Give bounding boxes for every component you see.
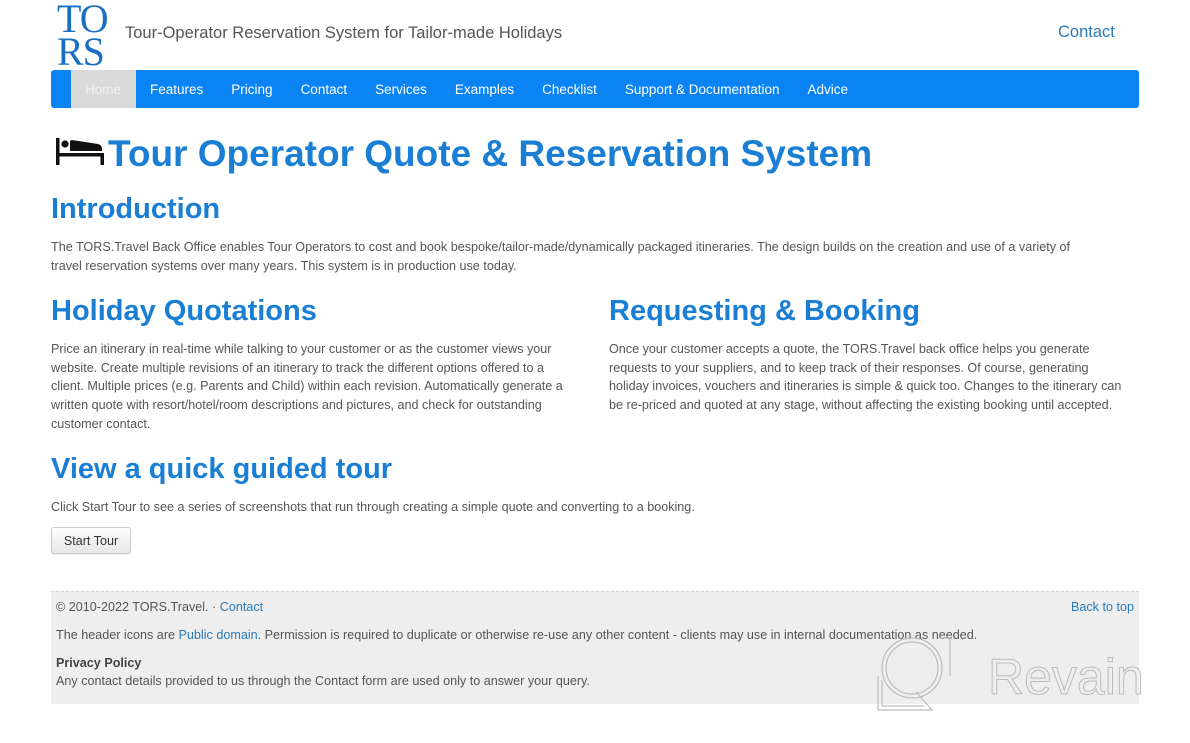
nav-item-services[interactable]: Services xyxy=(361,70,441,108)
footer-copyright-line: © 2010-2022 TORS.Travel. · Contact xyxy=(56,600,263,614)
privacy-policy-title: Privacy Policy xyxy=(56,656,142,670)
copyright-text: © 2010-2022 TORS.Travel. xyxy=(56,600,209,614)
introduction-text-line-2: travel reservation systems over many yea… xyxy=(51,259,517,273)
bed-icon xyxy=(56,138,104,165)
introduction-text-line-1: The TORS.Travel Back Office enables Tour… xyxy=(51,240,1071,254)
separator: · xyxy=(208,600,220,614)
booking-line: be re-priced and quoted at any stage, wi… xyxy=(609,398,1113,413)
privacy-policy-text: Any contact details provided to us throu… xyxy=(56,674,590,688)
guided-tour-heading: View a quick guided tour xyxy=(51,453,393,485)
page-title: Tour Operator Quote & Reservation System xyxy=(55,133,872,175)
page-heading: Tour Operator Quote & Reservation System xyxy=(108,133,873,174)
nav-item-contact[interactable]: Contact xyxy=(287,70,362,108)
header-contact-link[interactable]: Contact xyxy=(1058,23,1115,42)
back-to-top-link[interactable]: Back to top xyxy=(1071,600,1134,614)
public-domain-link[interactable]: Public domain xyxy=(179,628,258,642)
privacy-policy-heading: Privacy Policy xyxy=(56,656,141,670)
start-tour-button[interactable]: Start Tour xyxy=(51,527,131,554)
footer-contact-link[interactable]: Contact xyxy=(220,600,263,614)
quotations-line: client. Multiple prices (e.g. Parents an… xyxy=(51,379,563,394)
site-tagline: Tour-Operator Reservation System for Tai… xyxy=(125,24,563,42)
quotations-line: written quote with resort/hotel/room des… xyxy=(51,398,542,413)
logo-line-2: RS xyxy=(57,29,105,74)
nav-item-support-documentation[interactable]: Support & Documentation xyxy=(611,70,794,108)
license-prefix: The header icons are xyxy=(56,628,179,642)
nav-item-pricing[interactable]: Pricing xyxy=(217,70,286,108)
holiday-quotations-heading: Holiday Quotations xyxy=(51,295,317,327)
nav-item-checklist[interactable]: Checklist xyxy=(528,70,611,108)
booking-line: requests to your suppliers, and to keep … xyxy=(609,360,1089,375)
requesting-booking-heading: Requesting & Booking xyxy=(609,295,920,327)
page-footer: © 2010-2022 TORS.Travel. · Contact Back … xyxy=(51,591,1139,704)
tors-logo[interactable]: TO RS xyxy=(57,0,119,74)
guided-tour-text: Click Start Tour to see a series of scre… xyxy=(51,500,695,514)
introduction-heading: Introduction xyxy=(51,193,221,225)
booking-line: holiday invoices, vouchers and itinerari… xyxy=(609,379,1122,394)
quotations-line: Price an itinerary in real-time while ta… xyxy=(51,342,552,356)
nav-item-home[interactable]: Home xyxy=(71,70,137,108)
quotations-line: website. Create multiple revisions of an… xyxy=(51,360,545,375)
nav-item-examples[interactable]: Examples xyxy=(441,70,528,108)
nav-item-advice[interactable]: Advice xyxy=(794,70,863,108)
booking-line: Once your customer accepts a quote, the … xyxy=(609,342,1090,356)
license-suffix: . Permission is required to duplicate or… xyxy=(257,628,978,642)
footer-license-line: The header icons are Public domain. Perm… xyxy=(56,628,977,642)
quotations-line: customer contact. xyxy=(51,416,151,431)
main-navbar: Home Features Pricing Contact Services E… xyxy=(51,70,1139,108)
nav-item-features[interactable]: Features xyxy=(136,70,217,108)
